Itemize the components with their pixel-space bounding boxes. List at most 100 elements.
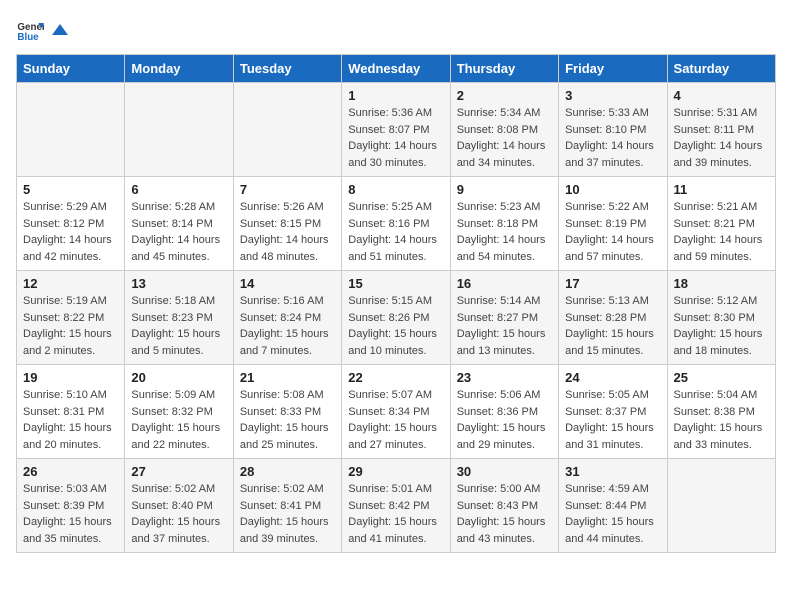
calendar-cell: 19 Sunrise: 5:10 AM Sunset: 8:31 PM Dayli… [17,365,125,459]
day-number: 1 [348,88,443,103]
day-number: 17 [565,276,660,291]
day-number: 26 [23,464,118,479]
day-info: Sunrise: 5:01 AM Sunset: 8:42 PM Dayligh… [348,481,443,547]
day-number: 19 [23,370,118,385]
day-info: Sunrise: 5:22 AM Sunset: 8:19 PM Dayligh… [565,199,660,265]
day-info: Sunrise: 5:10 AM Sunset: 8:31 PM Dayligh… [23,387,118,453]
calendar-cell: 10 Sunrise: 5:22 AM Sunset: 8:19 PM Dayli… [559,177,667,271]
day-info: Sunrise: 5:29 AM Sunset: 8:12 PM Dayligh… [23,199,118,265]
calendar-cell: 28Sunrise: 5:02 AM Sunset: 8:41 PM Dayli… [233,459,341,553]
weekday-header-wednesday: Wednesday [342,55,450,83]
svg-text:Blue: Blue [17,32,39,43]
day-number: 27 [131,464,226,479]
calendar-cell: 3Sunrise: 5:33 AM Sunset: 8:10 PM Daylig… [559,83,667,177]
day-number: 22 [348,370,443,385]
day-info: Sunrise: 5:19 AM Sunset: 8:22 PM Dayligh… [23,293,118,359]
day-number: 11 [674,182,769,197]
day-number: 25 [674,370,769,385]
day-info: Sunrise: 5:18 AM Sunset: 8:23 PM Dayligh… [131,293,226,359]
calendar-cell: 23 Sunrise: 5:06 AM Sunset: 8:36 PM Dayli… [450,365,558,459]
day-info: Sunrise: 5:02 AM Sunset: 8:40 PM Dayligh… [131,481,226,547]
day-number: 10 [565,182,660,197]
day-info: Sunrise: 5:36 AM Sunset: 8:07 PM Dayligh… [348,105,443,171]
calendar-cell: 25 Sunrise: 5:04 AM Sunset: 8:38 PM Dayli… [667,365,775,459]
weekday-header-tuesday: Tuesday [233,55,341,83]
day-number: 12 [23,276,118,291]
calendar-body: 1 Sunrise: 5:36 AM Sunset: 8:07 PM Daylig… [17,83,776,553]
header: General Blue [16,16,776,44]
day-info: Sunrise: 5:04 AM Sunset: 8:38 PM Dayligh… [674,387,769,453]
calendar-cell: 20 Sunrise: 5:09 AM Sunset: 8:32 PM Dayli… [125,365,233,459]
calendar-cell: 29Sunrise: 5:01 AM Sunset: 8:42 PM Dayli… [342,459,450,553]
day-number: 3 [565,88,660,103]
day-number: 21 [240,370,335,385]
calendar-week-row: 19 Sunrise: 5:10 AM Sunset: 8:31 PM Dayli… [17,365,776,459]
day-info: Sunrise: 5:12 AM Sunset: 8:30 PM Dayligh… [674,293,769,359]
day-number: 20 [131,370,226,385]
calendar-week-row: 5 Sunrise: 5:29 AM Sunset: 8:12 PM Daylig… [17,177,776,271]
day-info: Sunrise: 5:05 AM Sunset: 8:37 PM Dayligh… [565,387,660,453]
day-info: Sunrise: 5:25 AM Sunset: 8:16 PM Dayligh… [348,199,443,265]
calendar-cell: 1 Sunrise: 5:36 AM Sunset: 8:07 PM Daylig… [342,83,450,177]
calendar-cell [233,83,341,177]
calendar-cell [667,459,775,553]
day-info: Sunrise: 5:07 AM Sunset: 8:34 PM Dayligh… [348,387,443,453]
calendar-cell: 9 Sunrise: 5:23 AM Sunset: 8:18 PM Daylig… [450,177,558,271]
day-number: 14 [240,276,335,291]
day-info: Sunrise: 5:28 AM Sunset: 8:14 PM Dayligh… [131,199,226,265]
day-info: Sunrise: 5:21 AM Sunset: 8:21 PM Dayligh… [674,199,769,265]
calendar-cell: 30 Sunrise: 5:00 AM Sunset: 8:43 PM Dayli… [450,459,558,553]
logo: General Blue [16,16,68,44]
calendar-cell: 5 Sunrise: 5:29 AM Sunset: 8:12 PM Daylig… [17,177,125,271]
day-info: Sunrise: 5:06 AM Sunset: 8:36 PM Dayligh… [457,387,552,453]
day-number: 15 [348,276,443,291]
calendar-cell: 7Sunrise: 5:26 AM Sunset: 8:15 PM Daylig… [233,177,341,271]
day-number: 8 [348,182,443,197]
calendar-cell: 2Sunrise: 5:34 AM Sunset: 8:08 PM Daylig… [450,83,558,177]
day-number: 9 [457,182,552,197]
calendar-week-row: 26 Sunrise: 5:03 AM Sunset: 8:39 PM Dayli… [17,459,776,553]
day-number: 31 [565,464,660,479]
weekday-header-thursday: Thursday [450,55,558,83]
calendar-cell: 18 Sunrise: 5:12 AM Sunset: 8:30 PM Dayli… [667,271,775,365]
day-info: Sunrise: 5:31 AM Sunset: 8:11 PM Dayligh… [674,105,769,171]
day-number: 5 [23,182,118,197]
day-info: Sunrise: 5:13 AM Sunset: 8:28 PM Dayligh… [565,293,660,359]
day-number: 16 [457,276,552,291]
calendar-cell: 24 Sunrise: 5:05 AM Sunset: 8:37 PM Dayli… [559,365,667,459]
day-number: 6 [131,182,226,197]
calendar-cell: 21Sunrise: 5:08 AM Sunset: 8:33 PM Dayli… [233,365,341,459]
weekday-header-monday: Monday [125,55,233,83]
day-info: Sunrise: 5:00 AM Sunset: 8:43 PM Dayligh… [457,481,552,547]
day-info: Sunrise: 5:23 AM Sunset: 8:18 PM Dayligh… [457,199,552,265]
day-info: Sunrise: 5:09 AM Sunset: 8:32 PM Dayligh… [131,387,226,453]
day-info: Sunrise: 5:26 AM Sunset: 8:15 PM Dayligh… [240,199,335,265]
day-info: Sunrise: 5:16 AM Sunset: 8:24 PM Dayligh… [240,293,335,359]
day-info: Sunrise: 5:15 AM Sunset: 8:26 PM Dayligh… [348,293,443,359]
calendar-cell: 15 Sunrise: 5:15 AM Sunset: 8:26 PM Dayli… [342,271,450,365]
day-info: Sunrise: 5:02 AM Sunset: 8:41 PM Dayligh… [240,481,335,547]
calendar-cell: 22 Sunrise: 5:07 AM Sunset: 8:34 PM Dayli… [342,365,450,459]
calendar-cell: 11 Sunrise: 5:21 AM Sunset: 8:21 PM Dayli… [667,177,775,271]
calendar-cell: 27 Sunrise: 5:02 AM Sunset: 8:40 PM Dayli… [125,459,233,553]
day-number: 23 [457,370,552,385]
calendar-cell [17,83,125,177]
calendar-cell: 13Sunrise: 5:18 AM Sunset: 8:23 PM Dayli… [125,271,233,365]
calendar-week-row: 1 Sunrise: 5:36 AM Sunset: 8:07 PM Daylig… [17,83,776,177]
calendar-cell: 12 Sunrise: 5:19 AM Sunset: 8:22 PM Dayli… [17,271,125,365]
day-number: 30 [457,464,552,479]
day-info: Sunrise: 5:34 AM Sunset: 8:08 PM Dayligh… [457,105,552,171]
day-info: Sunrise: 5:03 AM Sunset: 8:39 PM Dayligh… [23,481,118,547]
calendar-table: SundayMondayTuesdayWednesdayThursdayFrid… [16,54,776,553]
weekday-header-friday: Friday [559,55,667,83]
day-number: 24 [565,370,660,385]
calendar-cell: 8 Sunrise: 5:25 AM Sunset: 8:16 PM Daylig… [342,177,450,271]
logo-icon: General Blue [16,16,44,44]
calendar-cell: 16 Sunrise: 5:14 AM Sunset: 8:27 PM Dayli… [450,271,558,365]
weekday-header-saturday: Saturday [667,55,775,83]
calendar-cell: 17 Sunrise: 5:13 AM Sunset: 8:28 PM Dayli… [559,271,667,365]
day-info: Sunrise: 5:14 AM Sunset: 8:27 PM Dayligh… [457,293,552,359]
calendar-cell: 14 Sunrise: 5:16 AM Sunset: 8:24 PM Dayli… [233,271,341,365]
logo-triangle-icon [50,21,68,39]
day-number: 18 [674,276,769,291]
